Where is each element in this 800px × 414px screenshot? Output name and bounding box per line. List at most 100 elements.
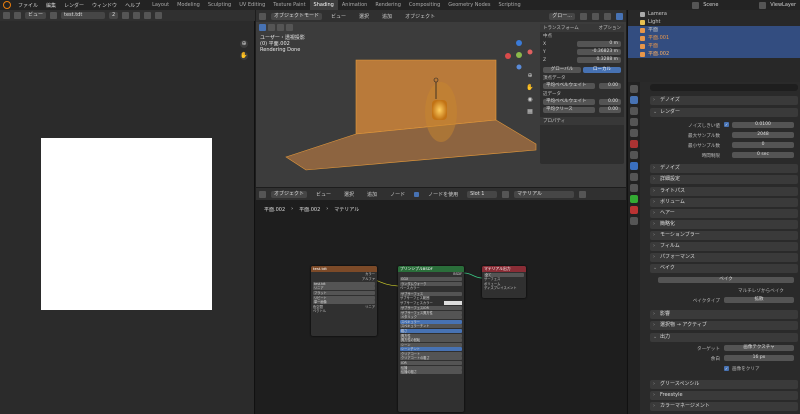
navigation-gizmo[interactable] xyxy=(502,38,536,72)
snap-icon[interactable] xyxy=(580,12,587,20)
transform-section-header[interactable]: トランスフォーム オプション xyxy=(540,24,624,32)
menu-help[interactable]: ヘルプ xyxy=(121,2,144,9)
overlay-icon[interactable] xyxy=(592,12,599,20)
y-field[interactable]: -0.36823 m xyxy=(577,49,621,55)
transform-orientation-dropdown[interactable]: グロー... xyxy=(549,12,575,20)
local-button[interactable]: ローカル xyxy=(583,67,621,73)
scene-name[interactable]: Scene xyxy=(699,2,759,8)
x-field[interactable]: 0 m xyxy=(577,41,621,47)
mode-dropdown[interactable]: オブジェクトモード xyxy=(271,12,323,20)
target-dropdown[interactable]: 画像テクスチャ xyxy=(724,345,794,351)
world-tab-icon[interactable] xyxy=(630,140,638,148)
menu-window[interactable]: ウィンドウ xyxy=(88,2,121,9)
influence-section[interactable]: 影響 xyxy=(650,310,798,319)
camera-view-icon[interactable]: ◉ xyxy=(526,96,534,104)
gizmo-y-icon[interactable] xyxy=(516,52,522,58)
noise-threshold-field[interactable]: 0.0100 xyxy=(732,122,794,128)
projection-dropdown[interactable]: フラット xyxy=(313,290,375,295)
time-limit-field[interactable]: 0 sec xyxy=(732,152,794,158)
freestyle-section[interactable]: Freestyle xyxy=(650,391,798,400)
interpolation-dropdown[interactable]: リニア xyxy=(313,286,375,291)
tab-modeling[interactable]: Modeling xyxy=(173,0,204,10)
fake-user-icon[interactable] xyxy=(122,12,130,19)
metallic-field[interactable]: メタリック xyxy=(400,315,462,320)
render-section[interactable]: レンダー xyxy=(650,108,798,117)
tab-shading[interactable]: Shading xyxy=(309,0,338,10)
transmission-roughness-field[interactable]: 伝播の粗さ xyxy=(400,370,462,375)
material-tab-icon[interactable] xyxy=(630,206,638,214)
unlink-icon[interactable] xyxy=(144,12,152,19)
pan-hand-icon[interactable]: ✋ xyxy=(240,52,248,60)
image-browse-icon[interactable] xyxy=(50,12,58,19)
light-paths-section[interactable]: ライトパス xyxy=(650,187,798,196)
pan-hand-icon[interactable]: ✋ xyxy=(526,84,534,92)
z-field[interactable]: 0.3288 m xyxy=(577,57,621,63)
clearcoat-roughness-field[interactable]: クリアコートの粗さ xyxy=(400,356,462,361)
crease-field[interactable]: 0.00 xyxy=(599,107,621,113)
outliner-item-light[interactable]: Light xyxy=(628,18,800,26)
distribution-dropdown[interactable]: GGX xyxy=(400,277,462,282)
particles-tab-icon[interactable] xyxy=(630,173,638,181)
zoom-icon[interactable]: ⊕ xyxy=(240,40,248,48)
grease-pencil-section[interactable]: グリースペンシル xyxy=(650,380,798,389)
properties-search-input[interactable] xyxy=(650,84,798,91)
modifier-tab-icon[interactable] xyxy=(630,162,638,170)
render-tab-icon[interactable] xyxy=(630,96,638,104)
edge-weight-field[interactable]: 0.00 xyxy=(599,99,621,105)
gizmo-x-icon[interactable] xyxy=(505,53,511,59)
source-dropdown[interactable]: 単一画像 xyxy=(313,300,375,305)
view-layer-name[interactable]: ViewLayer xyxy=(766,2,800,8)
data-tab-icon[interactable] xyxy=(630,195,638,203)
vp-menu-object[interactable]: オブジェクト xyxy=(401,13,439,20)
multires-label[interactable]: マルチレゾからベイク xyxy=(738,288,793,294)
subsurface-field[interactable]: サブサーフェス xyxy=(400,291,462,296)
selected-to-active-section[interactable]: 選択物 → アクティブ xyxy=(650,321,798,330)
shading-solid-icon[interactable] xyxy=(604,12,611,20)
physics-tab-icon[interactable] xyxy=(630,184,638,192)
editor-type-icon[interactable] xyxy=(259,12,266,20)
out-bsdf-socket[interactable]: BSDF xyxy=(398,272,464,277)
max-samples-field[interactable]: 2048 xyxy=(732,132,794,138)
perspective-toggle-icon[interactable]: ▦ xyxy=(526,108,534,116)
tab-geometry-nodes[interactable]: Geometry Nodes xyxy=(444,0,494,10)
image-users-count[interactable]: 2 xyxy=(109,12,119,19)
outliner-item-plane[interactable]: 平面 xyxy=(628,26,800,34)
subsurface-anisotropy-field[interactable]: サブサーフェス異方性 xyxy=(400,310,462,315)
tab-layout[interactable]: Layout xyxy=(148,0,173,10)
bake-section[interactable]: ベイク xyxy=(650,264,798,273)
tab-texture-paint[interactable]: Texture Paint xyxy=(269,0,309,10)
texture-tab-icon[interactable] xyxy=(630,217,638,225)
output-section[interactable]: 出力 xyxy=(650,333,798,342)
advanced-section[interactable]: 詳細設定 xyxy=(650,175,798,184)
tool-tab-icon[interactable] xyxy=(630,85,638,93)
extension-dropdown[interactable]: リピート xyxy=(313,295,375,300)
editor-type-icon[interactable] xyxy=(3,12,10,19)
principled-bsdf-node[interactable]: プリンシプルBSDF BSDF GGX ランダムウォーク ベースカラー サブサー… xyxy=(398,266,464,412)
object-tab-icon[interactable] xyxy=(630,151,638,159)
gizmo-neg-z-icon[interactable] xyxy=(516,64,522,70)
vp-menu-view[interactable]: ビュー xyxy=(327,13,350,20)
vp-menu-add[interactable]: 追加 xyxy=(378,13,396,20)
shading-rendered-icon[interactable] xyxy=(616,12,623,20)
hair-section[interactable]: ヘアー xyxy=(650,209,798,218)
subsurface-color-row[interactable]: サブサーフェスカラー xyxy=(398,300,464,306)
volumes-section[interactable]: ボリューム xyxy=(650,198,798,207)
anisotropic-field[interactable]: 異方性 xyxy=(400,333,462,338)
bake-button[interactable]: ベイク xyxy=(658,277,794,283)
properties-section-header[interactable]: プロパティ xyxy=(540,117,624,125)
tab-animation[interactable]: Animation xyxy=(338,0,372,10)
tab-rendering[interactable]: Rendering xyxy=(371,0,405,10)
options-label[interactable]: オプション xyxy=(599,25,622,31)
tab-sculpting[interactable]: Sculpting xyxy=(204,0,235,10)
menu-render[interactable]: レンダー xyxy=(60,2,88,9)
new-image-icon[interactable] xyxy=(133,12,141,19)
film-section[interactable]: フィルム xyxy=(650,242,798,251)
denoise-subsection[interactable]: デノイズ xyxy=(650,164,798,173)
ior-field[interactable]: IOR xyxy=(400,361,462,366)
material-output-node[interactable]: マテリアル出力 全て サーフェス ボリューム ディスプレイスメント xyxy=(482,266,526,298)
target-dropdown[interactable]: 全て xyxy=(484,272,524,277)
sheen-tint-field[interactable]: シーンチント xyxy=(400,347,462,352)
image-name-field[interactable]: test.tdt xyxy=(61,12,106,19)
bake-type-dropdown[interactable]: 拡散 xyxy=(724,297,794,303)
out-alpha-socket[interactable]: アルファ xyxy=(311,277,377,282)
